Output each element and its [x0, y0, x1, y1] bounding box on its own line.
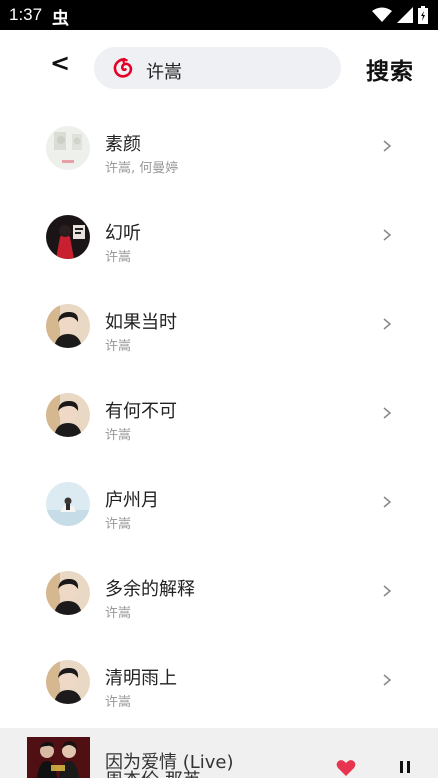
- chevron-right-icon: [383, 229, 392, 241]
- heart-icon[interactable]: [336, 759, 356, 777]
- song-item[interactable]: 多余的解释 许嵩: [0, 555, 438, 644]
- chevron-right-icon: [383, 496, 392, 508]
- back-button[interactable]: <: [50, 48, 74, 78]
- chevron-right-icon: [383, 585, 392, 597]
- song-title: 庐州月: [105, 490, 159, 511]
- song-title: 素颜: [105, 134, 141, 155]
- status-bar: 1:37 虫: [0, 0, 438, 30]
- song-list: 素颜 许嵩, 何曼婷 幻听 许嵩 如果当时 许嵩 有何不可 许嵩 庐州月 许嵩 …: [0, 110, 438, 707]
- status-icons: [372, 6, 428, 24]
- song-item[interactable]: 清明雨上 许嵩: [0, 644, 438, 707]
- status-time: 1:37: [9, 5, 43, 24]
- song-title: 如果当时: [105, 312, 177, 333]
- mini-player[interactable]: 因为爱情 (Live) 周杰伦 那英: [0, 728, 438, 778]
- song-item[interactable]: 有何不可 许嵩: [0, 377, 438, 466]
- search-query-text: 许嵩: [146, 62, 182, 83]
- chevron-right-icon: [383, 407, 392, 419]
- song-artist: 许嵩: [105, 339, 132, 354]
- signal-icon: [397, 7, 413, 23]
- red-cover-icon: [46, 215, 90, 259]
- song-title: 幻听: [105, 223, 141, 244]
- pause-icon[interactable]: [398, 760, 412, 774]
- song-artist: 许嵩: [105, 250, 132, 265]
- netease-music-icon: [113, 57, 133, 78]
- chevron-right-icon: [383, 318, 392, 330]
- header: < 许嵩 搜索: [0, 30, 438, 110]
- search-button[interactable]: 搜索: [366, 52, 414, 86]
- bug-icon: 虫: [52, 9, 69, 29]
- portrait-cover-icon: [46, 660, 90, 704]
- song-item[interactable]: 庐州月 许嵩: [0, 466, 438, 555]
- player-artist: 周杰伦 那英: [105, 766, 201, 778]
- portrait-cover-icon: [46, 393, 90, 437]
- light-cover-icon: [46, 126, 90, 170]
- chevron-right-icon: [383, 140, 392, 152]
- song-title: 多余的解释: [105, 579, 195, 600]
- song-artist: 许嵩: [105, 428, 132, 443]
- song-item[interactable]: 如果当时 许嵩: [0, 288, 438, 377]
- player-cover-icon: [27, 737, 90, 778]
- battery-icon: [418, 6, 428, 24]
- blue-cover-icon: [46, 482, 90, 526]
- song-artist: 许嵩: [105, 517, 132, 532]
- song-item[interactable]: 幻听 许嵩: [0, 199, 438, 288]
- song-title: 有何不可: [105, 401, 177, 422]
- portrait-cover-icon: [46, 304, 90, 348]
- song-title: 清明雨上: [105, 668, 177, 689]
- wifi-icon: [372, 7, 392, 22]
- song-artist: 许嵩: [105, 606, 132, 621]
- portrait-cover-icon: [46, 571, 90, 615]
- search-input[interactable]: 许嵩: [94, 47, 341, 89]
- chevron-right-icon: [383, 674, 392, 686]
- song-artist: 许嵩: [105, 695, 132, 707]
- song-artist: 许嵩, 何曼婷: [105, 161, 179, 176]
- song-item[interactable]: 素颜 许嵩, 何曼婷: [0, 110, 438, 199]
